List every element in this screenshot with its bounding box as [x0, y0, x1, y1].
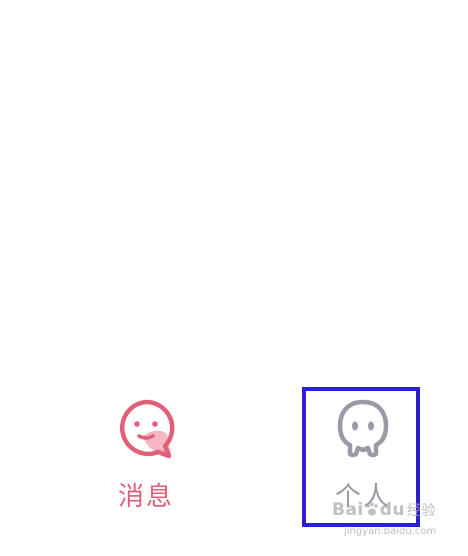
tab-messages[interactable]: 消息 — [66, 380, 226, 530]
highlight-box — [302, 387, 420, 527]
chat-bubble-smile-icon — [120, 399, 175, 459]
tab-messages-label: 消息 — [117, 482, 174, 512]
content-area — [0, 0, 468, 380]
